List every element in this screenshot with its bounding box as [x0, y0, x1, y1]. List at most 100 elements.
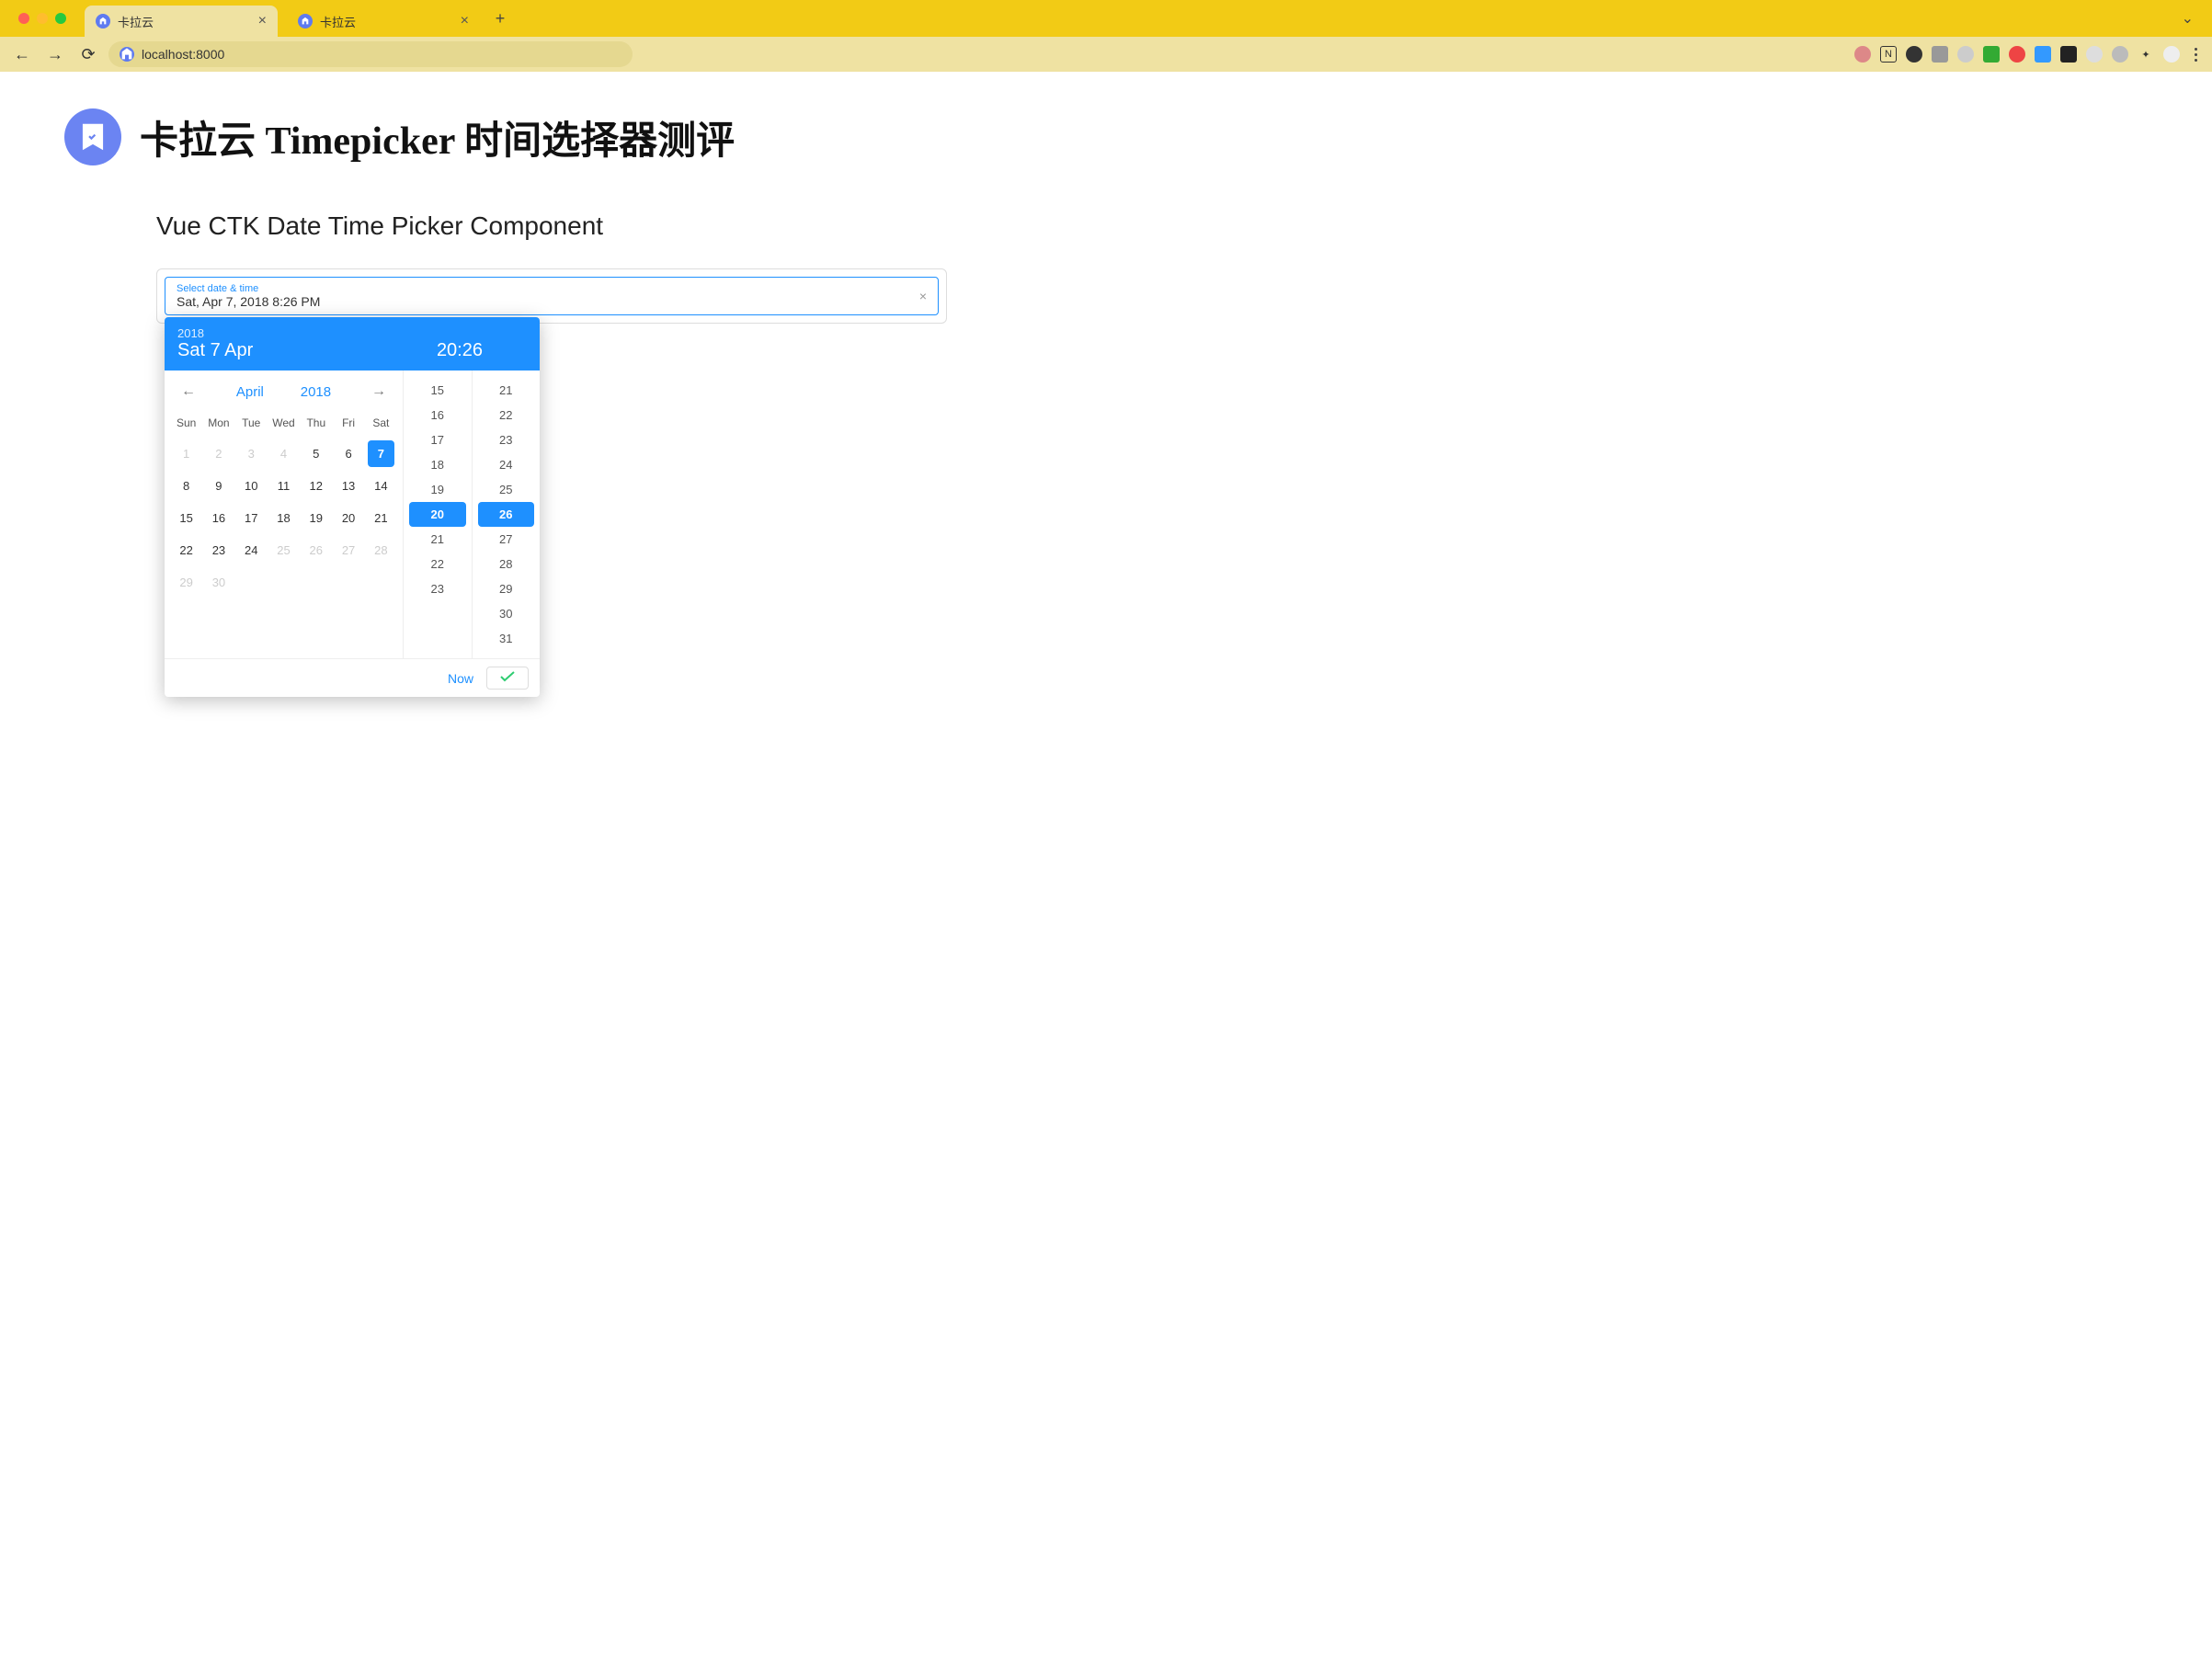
extensions-puzzle-icon[interactable]: ✦ [2138, 46, 2154, 63]
calendar-day[interactable]: 17 [238, 505, 265, 531]
calendar-day[interactable]: 13 [335, 473, 361, 499]
calendar-day[interactable]: 25 [270, 537, 297, 564]
browser-menu-button[interactable] [2189, 48, 2203, 62]
calendar-day[interactable]: 15 [173, 505, 200, 531]
hour-option[interactable]: 17 [404, 428, 472, 452]
back-button[interactable]: ← [9, 41, 35, 67]
extension-icon[interactable] [2112, 46, 2128, 63]
window-controls [9, 13, 75, 24]
hour-option[interactable]: 22 [404, 552, 472, 576]
calendar-day[interactable]: 10 [238, 473, 265, 499]
calendar-day[interactable]: 4 [270, 440, 297, 467]
calendar-day[interactable]: 3 [238, 440, 265, 467]
minute-option[interactable]: 29 [473, 576, 541, 601]
calendar-day[interactable]: 30 [205, 569, 232, 596]
minute-option[interactable]: 25 [473, 477, 541, 502]
reload-button[interactable]: ⟳ [75, 41, 101, 67]
calendar-day[interactable]: 1 [173, 440, 200, 467]
calendar-day[interactable]: 29 [173, 569, 200, 596]
calendar-day[interactable]: 12 [302, 473, 329, 499]
year-selector[interactable]: 2018 [301, 384, 331, 400]
calendar-day[interactable]: 21 [368, 505, 394, 531]
url-text: localhost:8000 [142, 47, 224, 62]
calendar-day[interactable]: 5 [302, 440, 329, 467]
extension-icon[interactable] [1932, 46, 1948, 63]
calendar-day[interactable]: 8 [173, 473, 200, 499]
calendar-day[interactable]: 9 [205, 473, 232, 499]
extension-icon[interactable] [1957, 46, 1974, 63]
hour-option[interactable]: 21 [404, 527, 472, 552]
month-selector[interactable]: April [236, 384, 264, 400]
browser-tab-1[interactable]: 卡拉云 × [287, 6, 480, 37]
new-tab-button[interactable]: + [487, 6, 513, 31]
calendar-day[interactable]: 16 [205, 505, 232, 531]
calendar-day[interactable]: 18 [270, 505, 297, 531]
extension-icon[interactable] [2009, 46, 2025, 63]
calendar-day[interactable]: 2 [205, 440, 232, 467]
minute-option[interactable]: 27 [473, 527, 541, 552]
hour-option[interactable]: 19 [404, 477, 472, 502]
minute-option[interactable]: 24 [473, 452, 541, 477]
now-button[interactable]: Now [448, 671, 473, 686]
datetime-input[interactable]: Select date & time Sat, Apr 7, 2018 8:26… [165, 277, 939, 315]
maximize-window-button[interactable] [55, 13, 66, 24]
calendar-day[interactable]: 28 [368, 537, 394, 564]
extension-icon[interactable] [1983, 46, 2000, 63]
minute-option[interactable]: 28 [473, 552, 541, 576]
extension-icon[interactable] [1906, 46, 1922, 63]
prev-month-icon[interactable]: ← [177, 383, 200, 400]
extension-icon[interactable]: N [1880, 46, 1897, 63]
minute-option[interactable]: 22 [473, 403, 541, 428]
minimize-window-button[interactable] [37, 13, 48, 24]
calendar-dow: Wed [268, 411, 300, 435]
address-bar[interactable]: localhost:8000 [108, 41, 633, 67]
calendar-day[interactable]: 14 [368, 473, 394, 499]
forward-button[interactable]: → [42, 41, 68, 67]
tab-favicon-icon [298, 14, 313, 28]
datetime-picker: Select date & time Sat, Apr 7, 2018 8:26… [156, 268, 947, 324]
minute-option[interactable]: 23 [473, 428, 541, 452]
header-date: Sat 7 Apr [177, 340, 253, 361]
minutes-column[interactable]: 2122232425262728293031 [472, 370, 541, 658]
close-tab-icon[interactable]: × [461, 13, 469, 29]
calendar-day[interactable]: 19 [302, 505, 329, 531]
tab-title: 卡拉云 [118, 13, 251, 30]
close-tab-icon[interactable]: × [258, 13, 267, 29]
next-month-icon[interactable]: → [368, 383, 390, 400]
minute-option[interactable]: 21 [473, 378, 541, 403]
close-window-button[interactable] [18, 13, 29, 24]
minute-option[interactable]: 31 [473, 626, 541, 651]
calendar-dow: Mon [202, 411, 234, 435]
browser-toolbar: ← → ⟳ localhost:8000 N ✦ [0, 37, 2212, 72]
calendar-day[interactable]: 27 [335, 537, 361, 564]
hour-option[interactable]: 15 [404, 378, 472, 403]
extension-icon[interactable] [2060, 46, 2077, 63]
minute-option[interactable]: 26 [478, 502, 535, 527]
calendar-day[interactable]: 24 [238, 537, 265, 564]
hour-option[interactable]: 23 [404, 576, 472, 601]
calendar-day[interactable]: 20 [335, 505, 361, 531]
confirm-button[interactable] [486, 667, 529, 690]
browser-tab-0[interactable]: 卡拉云 × [85, 6, 278, 37]
header-year: 2018 [177, 326, 253, 340]
calendar-day[interactable]: 22 [173, 537, 200, 564]
calendar-day[interactable]: 26 [302, 537, 329, 564]
hours-column[interactable]: 151617181920212223 [404, 370, 472, 658]
calendar-day[interactable]: 7 [368, 440, 394, 467]
calendar-day[interactable]: 11 [270, 473, 297, 499]
calendar-dow: Tue [235, 411, 268, 435]
profile-avatar-icon[interactable] [2163, 46, 2180, 63]
hour-option[interactable]: 20 [409, 502, 466, 527]
calendar-day[interactable]: 6 [335, 440, 361, 467]
extension-icon[interactable] [2086, 46, 2103, 63]
hour-option[interactable]: 16 [404, 403, 472, 428]
popup-header: 2018 Sat 7 Apr 20:26 [165, 317, 540, 370]
checkmark-icon [500, 671, 515, 682]
minute-option[interactable]: 30 [473, 601, 541, 626]
extension-icon[interactable] [1854, 46, 1871, 63]
extension-icon[interactable] [2035, 46, 2051, 63]
hour-option[interactable]: 18 [404, 452, 472, 477]
calendar-day[interactable]: 23 [205, 537, 232, 564]
clear-icon[interactable]: × [919, 289, 927, 303]
tabs-dropdown-icon[interactable]: ⌄ [2172, 9, 2203, 28]
